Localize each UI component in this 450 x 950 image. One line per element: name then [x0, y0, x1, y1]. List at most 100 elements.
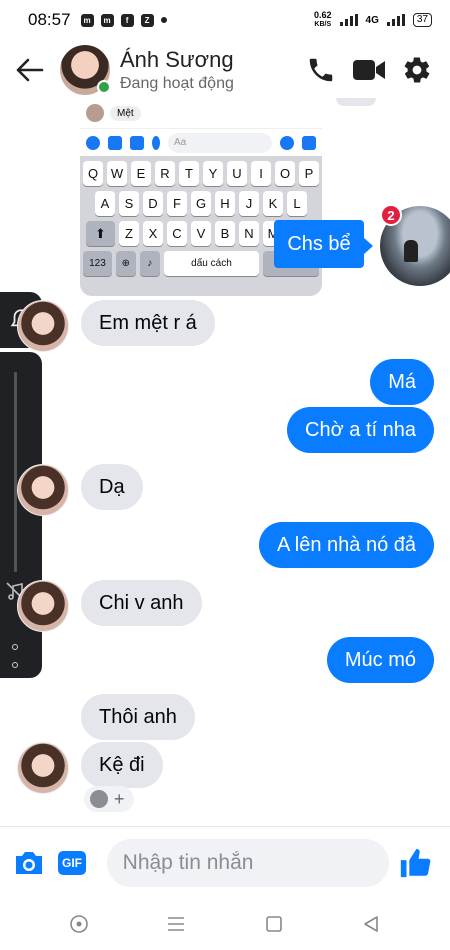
settings-button[interactable] [400, 53, 434, 87]
key-row-2: A S D F G H J K L [83, 191, 319, 216]
video-camera-icon [353, 60, 385, 80]
message-input[interactable] [122, 850, 394, 875]
message-bubble[interactable]: Má [370, 359, 434, 405]
screenshot-avatar [86, 104, 104, 122]
more-dot-icon [12, 662, 18, 668]
message-bubble[interactable]: Chi v anh [81, 580, 202, 626]
like-icon [302, 135, 316, 150]
key: N [239, 221, 259, 246]
unread-badge: 2 [380, 204, 402, 226]
more-options-button[interactable] [8, 644, 22, 668]
key: F [167, 191, 187, 216]
key: L [287, 191, 307, 216]
messenger-icon: m [100, 13, 114, 27]
contact-status: Đang hoạt động [120, 75, 234, 92]
message-composer: GIF [0, 826, 450, 898]
screenshot-composer: Aa [80, 128, 322, 156]
mic-icon [152, 135, 160, 150]
notification-icons: m m f Z [80, 13, 167, 27]
chat-head-preview-tail [363, 237, 373, 255]
contact-avatar[interactable] [60, 45, 111, 95]
voice-call-button[interactable] [304, 53, 338, 87]
mic-key-icon: ♪ [139, 251, 160, 276]
recents-button[interactable] [161, 909, 191, 939]
key: E [131, 161, 151, 186]
key: Q [83, 161, 103, 186]
key: H [215, 191, 235, 216]
key: A [95, 191, 115, 216]
key: Y [203, 161, 223, 186]
screenshot-input: Aa [168, 132, 272, 153]
like-button[interactable] [397, 843, 434, 883]
key: I [251, 161, 271, 186]
volume-slider[interactable] [14, 372, 17, 572]
key-row-1: Q W E R T Y U I O P [83, 161, 319, 186]
key: R [155, 161, 175, 186]
home-button[interactable] [259, 909, 289, 939]
back-nav-button[interactable] [356, 909, 386, 939]
square-icon [265, 916, 282, 932]
net-speed-value: 0.62 [314, 10, 332, 20]
key: G [191, 191, 211, 216]
online-indicator [97, 80, 111, 94]
triangle-back-icon [364, 916, 379, 932]
key: X [143, 221, 163, 246]
message-bubble[interactable]: Em mệt r á [81, 300, 215, 346]
thumbs-up-icon [401, 848, 431, 877]
key: V [191, 221, 211, 246]
arrow-left-icon [16, 58, 44, 82]
signal-icon [339, 14, 358, 26]
message-bubble[interactable]: Thôi anh [81, 694, 195, 740]
message-bubble[interactable]: Dạ [81, 464, 143, 510]
chat-head-photo-person [404, 240, 418, 262]
gif-button[interactable]: GIF [53, 843, 90, 883]
sender-avatar [17, 580, 69, 632]
status-bar: 08:57 m m f Z 0.62 KB/S 4G 37 [0, 0, 450, 40]
conversation-header: Ánh Sương Đang hoạt động [0, 40, 450, 100]
space-key: dấu cách [163, 251, 260, 276]
camera-button[interactable] [10, 843, 47, 883]
numbers-key: 123 [83, 251, 112, 276]
key: O [275, 161, 295, 186]
gif-icon: GIF [57, 850, 86, 875]
circle-dot-icon [69, 915, 88, 933]
key: K [263, 191, 283, 216]
video-call-button[interactable] [352, 53, 386, 87]
sender-avatar [17, 464, 69, 516]
message-input-wrapper[interactable] [106, 838, 394, 887]
key: P [299, 161, 319, 186]
key: Z [119, 221, 139, 246]
sender-avatar [17, 742, 69, 794]
key: J [239, 191, 259, 216]
signal-icon-2 [386, 14, 405, 26]
gear-icon [404, 57, 430, 83]
message-bubble[interactable]: Kệ đi [81, 742, 163, 788]
key: S [119, 191, 139, 216]
zalo-icon: Z [140, 13, 154, 27]
messenger-icon: m [80, 13, 94, 27]
net-speed: 0.62 KB/S [314, 11, 332, 29]
message-bubble[interactable]: A lên nhà nó đả [258, 522, 434, 568]
message-bubble[interactable]: Múc mó [326, 637, 434, 683]
image-icon [130, 135, 144, 150]
camera-icon [108, 135, 122, 150]
system-nav-bar [0, 898, 450, 950]
key: T [179, 161, 199, 186]
chat-head-preview[interactable]: Chs bể [274, 220, 364, 268]
shift-key-icon: ⬆ [86, 221, 115, 246]
plus-icon: + [114, 789, 125, 809]
back-button[interactable] [0, 40, 60, 100]
contact-info[interactable]: Ánh Sương Đang hoạt động [120, 47, 234, 93]
globe-key-icon: ⊕ [115, 251, 136, 276]
dot-icon [160, 17, 167, 23]
contact-name: Ánh Sương [120, 47, 234, 72]
emoji-icon [280, 135, 294, 150]
assistant-button[interactable] [64, 909, 94, 939]
key: C [167, 221, 187, 246]
battery-icon: 37 [412, 13, 432, 27]
more-dot-icon [12, 644, 18, 650]
add-reaction-button[interactable]: + [84, 786, 134, 812]
key: U [227, 161, 247, 186]
net-speed-unit: KB/S [314, 21, 332, 28]
message-bubble[interactable]: Chờ a tí nha [287, 407, 434, 453]
